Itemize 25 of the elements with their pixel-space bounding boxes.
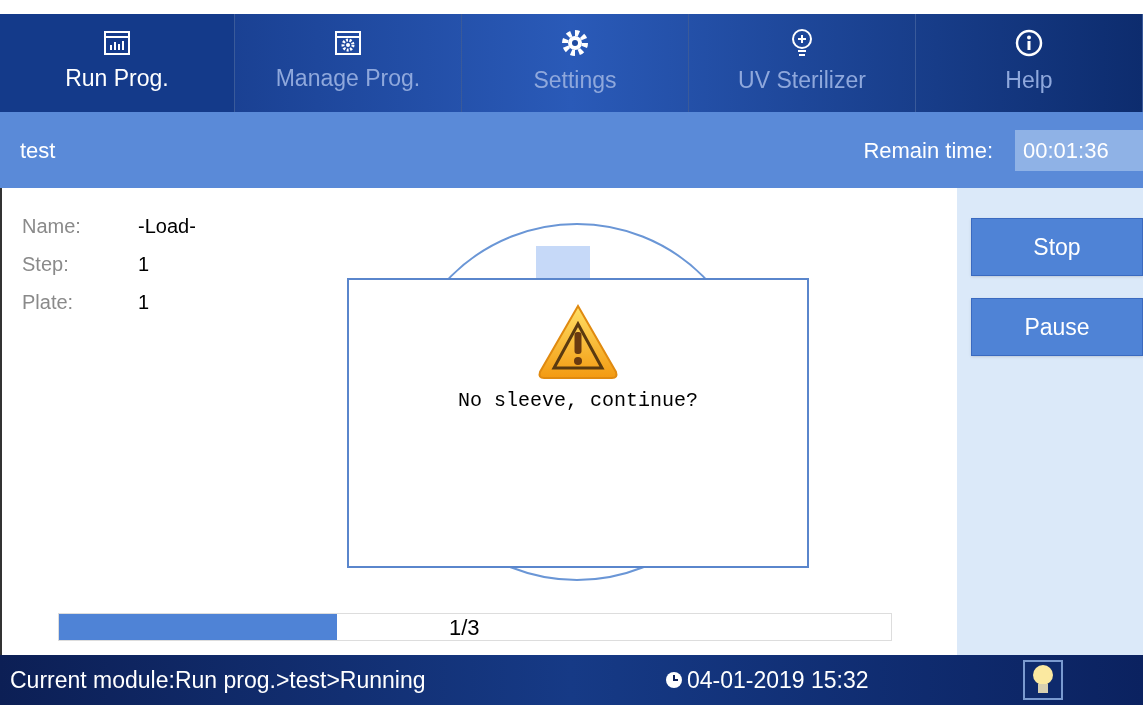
bulb-icon [790, 28, 813, 57]
date-time: 04-01-2019 15:32 [687, 665, 870, 695]
progress-reading: 1/3 [449, 614, 480, 642]
field-value: -Load- [138, 214, 196, 238]
remain-time-label: Remain time: [863, 136, 993, 165]
remain-time-value: 00:01:36 [1015, 129, 1143, 171]
settings-icon [560, 28, 589, 57]
dialog-message: No sleeve, continue? [457, 388, 698, 414]
program-name: test [20, 136, 57, 165]
clock-icon [665, 671, 683, 689]
chart-window-icon [103, 30, 130, 55]
lamp-button[interactable] [1023, 660, 1063, 700]
gear-window-icon [334, 30, 361, 55]
nav-tab[interactable]: Run Prog. [0, 14, 235, 112]
field-value: 1 [138, 290, 150, 314]
field-label: Step: [22, 252, 70, 276]
current-module-text: Current module:Run prog.>test>Running [10, 665, 427, 695]
field-label: Plate: [22, 290, 75, 314]
info-icon [1015, 28, 1043, 57]
light-bulb-icon [1031, 664, 1055, 696]
warning-icon [536, 302, 620, 380]
stop-button[interactable]: Stop [971, 218, 1143, 276]
field-label: Name: [22, 214, 82, 238]
field-value: 1 [138, 252, 150, 276]
pause-button[interactable]: Pause [971, 298, 1143, 356]
